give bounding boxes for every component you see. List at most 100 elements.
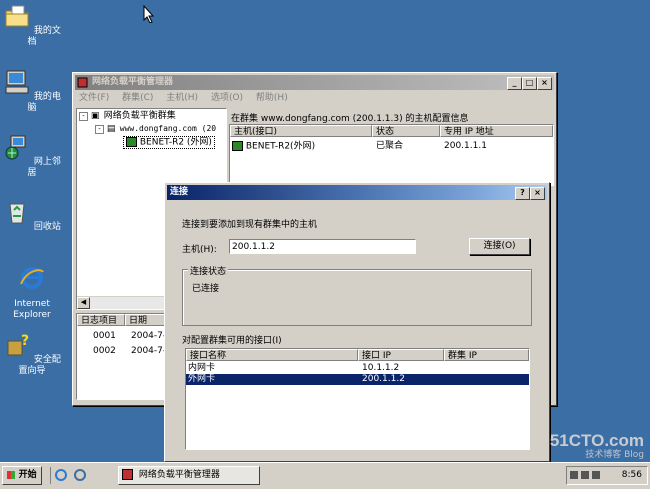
desktop-icon-network[interactable]: 网上邻居: [0, 133, 64, 179]
table-row[interactable]: BENET-R2(外网) 已聚合 200.1.1.1: [232, 141, 550, 152]
connect-dialog: 连接 ? × 连接到要添加到现有群集中的主机 主机(H): 连接(O) 连接状态…: [164, 182, 550, 462]
clock[interactable]: 8:56: [622, 470, 642, 480]
desktop-icon-label: 我的文档: [27, 26, 61, 47]
tree-host-label: BENET-R2 (外网): [139, 137, 212, 148]
tree-host[interactable]: BENET-R2 (外网): [123, 136, 215, 149]
tree-cluster[interactable]: - ▤ www.dongfang.com (20: [95, 123, 216, 134]
dialog-title-bar: 连接 ? ×: [167, 185, 547, 200]
column-header-status[interactable]: 状态: [372, 125, 440, 137]
svg-text:?: ?: [21, 333, 29, 349]
column-header-dedicated-ip[interactable]: 专用 IP 地址: [440, 125, 553, 137]
window-title: 网络负载平衡管理器: [92, 77, 174, 87]
dialog-instruction: 连接到要添加到现有群集中的主机: [182, 220, 318, 230]
log-list: 日志项目 日期 0001 2004-7- 0002 2004-7-: [76, 313, 168, 400]
status-text: 已连接: [192, 284, 220, 294]
interface-ip-cell: 200.1.1.2: [362, 374, 405, 384]
interface-ip-cell: 10.1.1.2: [362, 363, 400, 373]
windows-logo-icon: [7, 470, 16, 479]
host-icon: [232, 141, 243, 151]
column-header-log-date[interactable]: 日期: [125, 314, 167, 326]
menu-host[interactable]: 主机(H): [166, 93, 198, 103]
watermark-sub: 技术博客 Blog: [585, 450, 644, 460]
host-icon: [126, 137, 137, 147]
mouse-cursor-icon: [143, 5, 155, 23]
host-cell: BENET-R2(外网): [245, 141, 316, 152]
menu-help[interactable]: 帮助(H): [256, 93, 288, 103]
tree-cluster-label: www.dongfang.com (20: [119, 124, 217, 133]
desktop-icon-label: 网上邻居: [27, 157, 61, 178]
folder-documents-icon: [5, 5, 29, 27]
host-list: 主机(接口) 状态 专用 IP 地址 BENET-R2(外网) 已聚合 200.…: [229, 124, 554, 186]
taskbar-task-nlb-manager[interactable]: 网络负载平衡管理器: [118, 466, 260, 485]
column-header-cluster-ip[interactable]: 群集 IP: [444, 349, 529, 361]
column-header-log-id[interactable]: 日志项目: [77, 314, 125, 326]
interface-name-cell: 内网卡: [188, 363, 216, 373]
watermark-site: 51CTO.com: [549, 431, 644, 450]
network-tray-icon[interactable]: [581, 471, 589, 479]
collapse-icon[interactable]: -: [79, 112, 88, 121]
dialog-title: 连接: [170, 187, 189, 197]
table-row[interactable]: 内网卡 10.1.1.2: [186, 363, 529, 374]
desktop-icon-internet-explorer[interactable]: Internet Explorer: [0, 264, 64, 321]
maximize-button[interactable]: □: [522, 77, 537, 90]
recycle-bin-icon: [9, 203, 25, 224]
menu-cluster[interactable]: 群集(C): [122, 93, 153, 103]
quick-launch: [50, 467, 86, 484]
table-row[interactable]: 0001 2004-7-: [93, 331, 166, 342]
host-field-label: 主机(H):: [182, 245, 217, 255]
security-wizard-icon: ?: [7, 333, 29, 356]
menu-bar: 文件(F) 群集(C) 主机(H) 选项(O) 帮助(H): [79, 92, 298, 105]
log-id-cell: 0001: [93, 331, 116, 341]
network-tray-icon[interactable]: [570, 471, 578, 479]
table-row-selected[interactable]: 外网卡 200.1.1.2: [186, 374, 529, 385]
help-button[interactable]: ?: [515, 187, 530, 200]
log-date-cell: 2004-7-: [131, 346, 167, 356]
network-icon: [5, 135, 26, 160]
scroll-left-button[interactable]: ◀: [77, 297, 90, 309]
desktop-icon-my-documents[interactable]: 我的文档: [0, 2, 64, 48]
close-button[interactable]: ×: [537, 77, 552, 90]
title-bar: 网络负载平衡管理器 _ □ ×: [75, 75, 554, 90]
taskbar: 开始 网络负载平衡管理器 8:56: [0, 462, 650, 489]
desktop-icon-label: 回收站: [33, 222, 61, 232]
explorer-quicklaunch-icon[interactable]: [73, 469, 86, 481]
computer-icon: [5, 70, 29, 94]
interfaces-label: 对配置群集可用的接口(I): [182, 336, 282, 346]
connection-status-group: 连接状态 已连接: [182, 264, 532, 326]
column-header-interface-ip[interactable]: 接口 IP: [358, 349, 444, 361]
ip-cell: 200.1.1.1: [444, 141, 487, 151]
table-row[interactable]: 0002 2004-7-: [93, 346, 166, 357]
collapse-icon[interactable]: -: [95, 125, 104, 134]
status-cell: 已聚合: [376, 141, 404, 151]
column-header-interface-name[interactable]: 接口名称: [186, 349, 358, 361]
start-label: 开始: [18, 470, 37, 480]
desktop-icon-recycle-bin[interactable]: 回收站: [0, 198, 64, 233]
status-group-label: 连接状态: [188, 264, 229, 277]
start-button[interactable]: 开始: [2, 466, 42, 485]
connect-button[interactable]: 连接(O): [469, 238, 530, 255]
cluster-icon: ▤: [106, 124, 116, 134]
host-info-header: 在群集 www.dongfang.com (200.1.1.3) 的主机配置信息: [231, 114, 469, 124]
desktop-icon-label: 我的电脑: [27, 92, 61, 113]
column-header-host[interactable]: 主机(接口): [230, 125, 372, 137]
host-input[interactable]: [229, 239, 416, 254]
ie-icon: [20, 267, 44, 289]
interfaces-list: 接口名称 接口 IP 群集 IP 内网卡 10.1.1.2 外网卡 200.1.…: [185, 348, 530, 450]
desktop-icon-label: Internet Explorer: [13, 299, 51, 320]
watermark: 51CTO.com 技术博客 Blog: [532, 431, 644, 461]
desktop-icon-security-wizard[interactable]: ? 安全配置向导: [0, 331, 64, 377]
desktop-icon-my-computer[interactable]: 我的电脑: [0, 68, 64, 114]
nlb-app-icon: [77, 77, 88, 88]
tree-root[interactable]: - ▣ 网络负载平衡群集: [79, 111, 176, 122]
network-tray-icon[interactable]: [592, 471, 600, 479]
log-id-cell: 0002: [93, 346, 116, 356]
ie-quicklaunch-icon[interactable]: [55, 469, 67, 481]
nlb-app-icon: [122, 469, 133, 480]
task-label: 网络负载平衡管理器: [138, 470, 220, 480]
menu-options[interactable]: 选项(O): [211, 93, 243, 103]
dialog-close-button[interactable]: ×: [530, 187, 545, 200]
menu-file[interactable]: 文件(F): [79, 93, 109, 103]
interface-name-cell: 外网卡: [188, 374, 216, 384]
minimize-button[interactable]: _: [507, 77, 522, 90]
system-tray: 8:56: [566, 466, 648, 485]
